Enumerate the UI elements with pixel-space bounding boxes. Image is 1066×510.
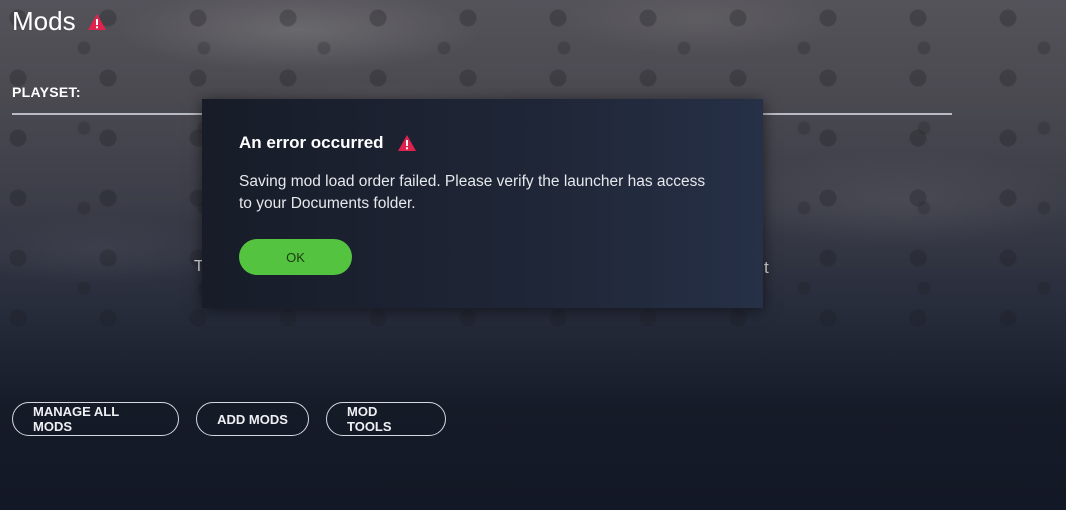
mod-action-buttons: MANAGE ALL MODS ADD MODS MOD TOOLS	[12, 402, 446, 436]
warning-triangle-icon	[397, 135, 416, 151]
obscured-text-right: t	[764, 258, 769, 277]
add-mods-button[interactable]: ADD MODS	[196, 402, 309, 436]
page-title: Mods	[12, 6, 76, 36]
ok-button[interactable]: OK	[239, 239, 352, 275]
dialog-message: Saving mod load order failed. Please ver…	[239, 171, 739, 215]
error-dialog: An error occurred Saving mod load order …	[202, 99, 763, 308]
warning-triangle-icon[interactable]	[87, 13, 106, 30]
mod-tools-button[interactable]: MOD TOOLS	[326, 402, 446, 436]
page-header: Mods	[12, 6, 106, 37]
dialog-message-line: to your Documents folder.	[239, 195, 416, 212]
dialog-message-line: Saving mod load order failed. Please ver…	[239, 173, 706, 190]
playset-label: PLAYSET:	[12, 84, 81, 100]
manage-all-mods-button[interactable]: MANAGE ALL MODS	[12, 402, 179, 436]
obscured-text-left: T	[194, 258, 204, 275]
dialog-header: An error occurred	[239, 133, 416, 153]
dialog-title: An error occurred	[239, 133, 384, 152]
